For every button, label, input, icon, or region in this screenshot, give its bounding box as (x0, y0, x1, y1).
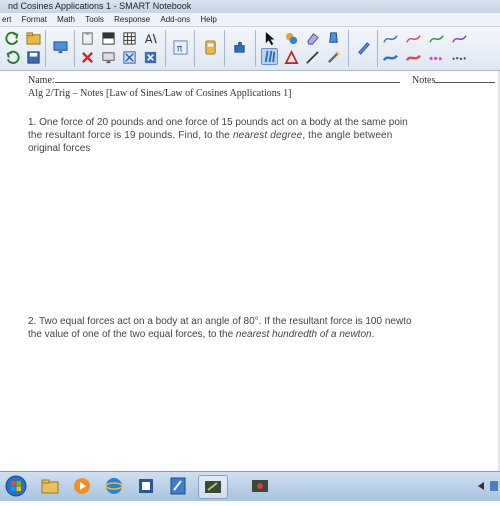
menu-format[interactable]: Format (22, 13, 47, 26)
notes-field-row: Notes (412, 73, 496, 86)
save-icon[interactable] (25, 49, 42, 66)
pens-icon[interactable] (261, 48, 278, 65)
toolbar: A π (0, 27, 500, 71)
notes-label: Notes (412, 75, 436, 86)
problem-2[interactable]: 2. Two equal forces act on a body at an … (28, 315, 500, 341)
fill-icon[interactable] (325, 30, 342, 47)
pen-style-thick-blue-icon[interactable] (382, 49, 399, 66)
page-header: Alg 2/Trig – Notes [Law of Sines/Law of … (28, 88, 292, 99)
notes-underline (435, 73, 496, 83)
name-field-row: Name: (28, 73, 400, 86)
select-pointer-icon[interactable] (262, 30, 279, 47)
recorder-window-button[interactable] (246, 475, 274, 497)
browser-icon[interactable] (100, 475, 128, 497)
pen-properties-icon[interactable] (355, 39, 372, 56)
system-tray[interactable] (420, 472, 500, 501)
problem-1-line-2: the resultant force is 19 pounds. Find, … (28, 130, 393, 141)
taskbar (0, 471, 500, 501)
math-tools-icon[interactable]: π (172, 39, 189, 56)
text-recognition-icon[interactable]: A (142, 30, 159, 47)
screen-shade-icon[interactable] (100, 30, 117, 47)
full-screen-icon[interactable] (121, 49, 138, 66)
open-folder-icon[interactable] (25, 30, 42, 47)
name-label: Name: (28, 75, 55, 86)
menu-help[interactable]: Help (200, 13, 216, 26)
problem-2-line-1: 2. Two equal forces act on a body at an … (28, 316, 412, 327)
svg-text:A: A (145, 33, 153, 46)
pen-style-dashed-icon[interactable] (451, 49, 468, 66)
add-on-puzzle-icon[interactable] (231, 39, 248, 56)
window-title: nd Cosines Applications 1 - SMART Notebo… (8, 1, 192, 11)
problem-1-line-1: 1. One force of 20 pounds and one force … (28, 117, 408, 128)
paste-icon[interactable] (79, 30, 96, 47)
eraser-icon[interactable] (304, 30, 321, 47)
magic-pen-icon[interactable] (325, 49, 342, 66)
menu-bar: ert Format Math Tools Response Add-ons H… (0, 13, 500, 27)
pen-style-green-icon[interactable] (428, 30, 445, 47)
pen-style-purple-icon[interactable] (451, 30, 468, 47)
delete-icon[interactable] (79, 49, 96, 66)
window-title-bar[interactable]: nd Cosines Applications 1 - SMART Notebo… (0, 0, 500, 13)
pen-style-thick-red-icon[interactable] (405, 49, 422, 66)
problem-1-line-3: original forces (28, 143, 91, 154)
pen-style-highlight-icon[interactable] (428, 49, 445, 66)
problem-1[interactable]: 1. One force of 20 pounds and one force … (28, 116, 500, 155)
menu-tools[interactable]: Tools (85, 13, 104, 26)
pen-style-blue-icon[interactable] (382, 30, 399, 47)
svg-text:π: π (177, 43, 183, 54)
menu-response[interactable]: Response (114, 13, 150, 26)
close-page-icon[interactable] (142, 49, 159, 66)
smart-notebook-taskbar-icon[interactable] (164, 475, 192, 497)
menu-addons[interactable]: Add-ons (160, 13, 190, 26)
menu-insert[interactable]: ert (2, 13, 11, 26)
problem-2-line-2: the value of one of the two equal forces… (28, 329, 375, 340)
creative-pen-icon[interactable] (283, 30, 300, 47)
office-word-icon[interactable] (132, 475, 160, 497)
table-icon[interactable] (121, 30, 138, 47)
line-tool-icon[interactable] (304, 49, 321, 66)
start-button[interactable] (2, 475, 30, 497)
notebook-page[interactable]: Name: Notes Alg 2/Trig – Notes [Law of S… (0, 71, 500, 471)
media-player-icon[interactable] (68, 475, 96, 497)
back-icon[interactable] (4, 30, 21, 47)
explorer-folder-icon[interactable] (36, 475, 64, 497)
response-clicker-icon[interactable] (202, 39, 219, 56)
menu-math[interactable]: Math (57, 13, 75, 26)
name-underline (54, 73, 400, 83)
forward-icon[interactable] (4, 49, 21, 66)
pen-style-red-icon[interactable] (405, 30, 422, 47)
smart-notebook-window-button[interactable] (198, 475, 228, 499)
display-screen-icon[interactable] (52, 39, 69, 56)
screen-capture-icon[interactable] (100, 49, 117, 66)
shapes-icon[interactable] (283, 49, 300, 66)
